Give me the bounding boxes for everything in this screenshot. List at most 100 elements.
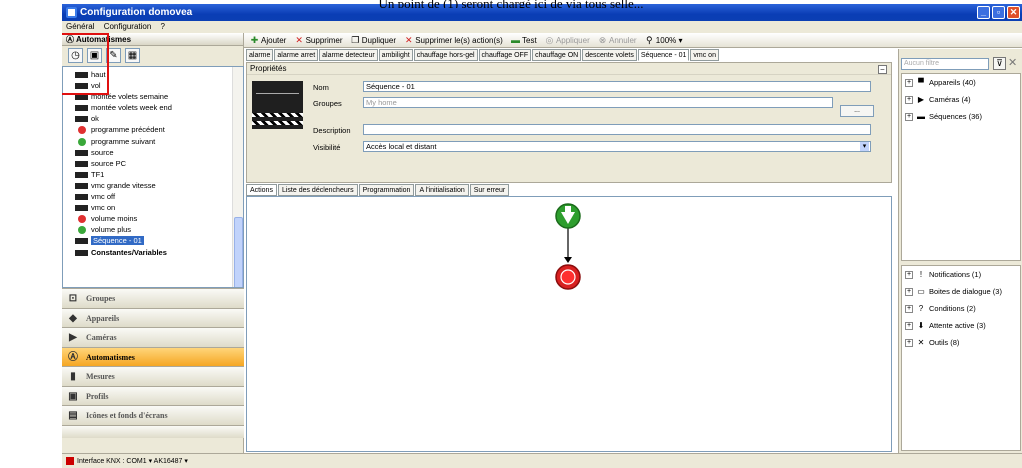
menu-general[interactable]: Général bbox=[66, 22, 94, 31]
sequence-tab[interactable]: Séquence - 01 bbox=[637, 49, 690, 61]
expand-icon[interactable]: + bbox=[905, 79, 913, 88]
groups-browse-button[interactable]: ... bbox=[840, 105, 874, 117]
sequence-tab[interactable]: alarme bbox=[246, 49, 274, 61]
sequence-icon bbox=[75, 116, 88, 123]
visibility-select[interactable]: Accès local et distant ▾ bbox=[363, 141, 871, 152]
nav-label: Groupes bbox=[86, 294, 116, 303]
sequence-tab[interactable]: chauffage ON bbox=[532, 49, 582, 61]
grid-icon[interactable]: ▦ bbox=[125, 48, 140, 63]
nav-section-3[interactable]: Ⓐ Automatismes bbox=[62, 346, 244, 366]
tree-item[interactable]: volume plus bbox=[75, 224, 243, 235]
nav-section-2[interactable]: ▶ Caméras bbox=[62, 327, 244, 347]
library-item[interactable]: + ▀ Appareils (40) bbox=[902, 74, 1020, 91]
sequence-tab[interactable]: descente volets bbox=[582, 49, 637, 61]
delete-button[interactable]: ✕ Supprimer bbox=[295, 36, 342, 45]
menu-configuration[interactable]: Configuration bbox=[104, 22, 152, 31]
groups-input[interactable]: My home bbox=[363, 97, 833, 108]
library-icon: ▬ bbox=[917, 112, 925, 121]
sub-tab[interactable]: Sur erreur bbox=[469, 184, 510, 196]
nav-icon: ▤ bbox=[68, 410, 78, 421]
name-input[interactable]: Séquence - 01 bbox=[363, 81, 871, 92]
library-item[interactable]: +? Conditions (2) bbox=[902, 300, 1020, 317]
expand-icon[interactable]: + bbox=[905, 96, 913, 105]
duplicate-button[interactable]: ❐ Dupliquer bbox=[351, 36, 396, 45]
sequence-tab[interactable]: alarme arret bbox=[274, 49, 319, 61]
tree-item[interactable]: volume moins bbox=[75, 213, 243, 224]
expand-icon[interactable]: + bbox=[905, 339, 913, 348]
sub-tab[interactable]: Programmation bbox=[358, 184, 415, 196]
library-item[interactable]: + ▶ Caméras (4) bbox=[902, 91, 1020, 108]
start-node[interactable] bbox=[555, 203, 581, 229]
sequence-tab[interactable]: alarme detecteur bbox=[319, 49, 378, 61]
expand-icon[interactable]: + bbox=[905, 288, 913, 297]
status-text[interactable]: Interface KNX : COM1 ▾ AK16487 ▾ bbox=[77, 458, 188, 465]
zoom-button[interactable]: ⚲ 100% ▾ bbox=[645, 36, 683, 45]
nav-section-0[interactable]: ⊡ Groupes bbox=[62, 288, 244, 308]
library-item[interactable]: + ⬇ Attente active (3) bbox=[902, 317, 1020, 334]
flow-arrowhead bbox=[564, 257, 572, 263]
library-item[interactable]: + ✕ Outils (8) bbox=[902, 334, 1020, 351]
tree-item[interactable]: TF1 bbox=[75, 169, 243, 180]
tree-item[interactable]: ok bbox=[75, 113, 243, 124]
expand-icon[interactable]: + bbox=[905, 305, 913, 314]
description-input[interactable] bbox=[363, 124, 871, 135]
sequence-icon bbox=[75, 171, 88, 178]
nav-icon: ▶ bbox=[69, 332, 77, 343]
description-label: Description bbox=[313, 126, 351, 135]
sequence-tab[interactable]: chauffage OFF bbox=[478, 49, 532, 61]
library-item[interactable]: + ▬ Séquences (36) bbox=[902, 108, 1020, 125]
nav-section-6[interactable]: ▤ Icônes et fonds d'écrans bbox=[62, 405, 244, 425]
library-item-label: Caméras (4) bbox=[929, 95, 971, 104]
tree-scrollbar[interactable] bbox=[232, 67, 243, 287]
tree-item[interactable]: Constantes/Variables bbox=[75, 247, 243, 258]
tree-item[interactable]: vmc off bbox=[75, 191, 243, 202]
actions-canvas[interactable] bbox=[246, 196, 892, 452]
add-button[interactable]: ✚ Ajouter bbox=[250, 36, 287, 45]
plus-icon bbox=[78, 226, 86, 235]
automation-tree[interactable]: haut vol montée volets semaine montée volet… bbox=[62, 66, 244, 288]
tree-item[interactable]: vmc on bbox=[75, 202, 243, 213]
nav-overflow[interactable] bbox=[62, 424, 244, 438]
collapse-icon[interactable]: – bbox=[878, 65, 887, 74]
tree-item[interactable]: programme suivant bbox=[75, 136, 243, 147]
expand-icon[interactable]: + bbox=[905, 322, 913, 331]
nav-section-4[interactable]: ▮ Mesures bbox=[62, 366, 244, 386]
library-item[interactable]: +! Notifications (1) bbox=[902, 266, 1020, 283]
tree-item[interactable]: source bbox=[75, 147, 243, 158]
tree-item[interactable]: vmc grande vitesse bbox=[75, 180, 243, 191]
nav-label: Automatismes bbox=[86, 352, 135, 362]
nav-section-5[interactable]: ▣ Profils bbox=[62, 385, 244, 405]
tree-item[interactable]: source PC bbox=[75, 158, 243, 169]
sub-tab[interactable]: A l'initialisation bbox=[415, 184, 469, 196]
apply-button[interactable]: ◎ Appliquer bbox=[545, 36, 590, 45]
groups-label: Groupes bbox=[313, 99, 342, 108]
nav-section-1[interactable]: ◆ Appareils bbox=[62, 307, 244, 327]
sequence-tab[interactable]: ambilight bbox=[378, 49, 413, 61]
visibility-label: Visibilité bbox=[313, 143, 341, 152]
clear-filter-icon[interactable]: ✕ bbox=[1008, 57, 1017, 69]
sequence-icon bbox=[75, 94, 88, 101]
filter-input[interactable]: Aucun filtre bbox=[901, 58, 989, 70]
cancel-button[interactable]: ⊗ Annuler bbox=[598, 36, 637, 45]
test-button[interactable]: ▬ Test bbox=[511, 36, 537, 45]
delete-actions-button[interactable]: ✕ Supprimer le(s) action(s) bbox=[404, 36, 503, 45]
chevron-down-icon[interactable]: ▾ bbox=[860, 142, 869, 151]
nav-label: Icônes et fonds d'écrans bbox=[86, 411, 168, 420]
menu-help[interactable]: ? bbox=[161, 22, 165, 31]
sub-tab[interactable]: Liste des déclencheurs bbox=[277, 184, 358, 196]
apply-label: Appliquer bbox=[555, 36, 590, 45]
tree-item[interactable]: montée volets week end bbox=[75, 102, 243, 113]
library-item-label: Boites de dialogue (3) bbox=[929, 287, 1002, 296]
filter-icon[interactable]: ⊽ bbox=[993, 57, 1006, 70]
expand-icon[interactable]: + bbox=[905, 113, 913, 122]
expand-icon[interactable]: + bbox=[905, 271, 913, 280]
library-item[interactable]: + ▭ Boites de dialogue (3) bbox=[902, 283, 1020, 300]
tree-item[interactable]: Séquence - 01 bbox=[75, 235, 243, 246]
sub-tab[interactable]: Actions bbox=[246, 184, 277, 196]
nav-icon: ▣ bbox=[68, 390, 78, 402]
tree-item[interactable]: programme précédent bbox=[75, 124, 243, 135]
end-node[interactable] bbox=[555, 264, 581, 290]
scrollbar-thumb[interactable] bbox=[234, 217, 243, 287]
sequence-tab[interactable]: vmc on bbox=[690, 49, 719, 61]
sequence-tab[interactable]: chauffage hors-gel bbox=[413, 49, 478, 61]
